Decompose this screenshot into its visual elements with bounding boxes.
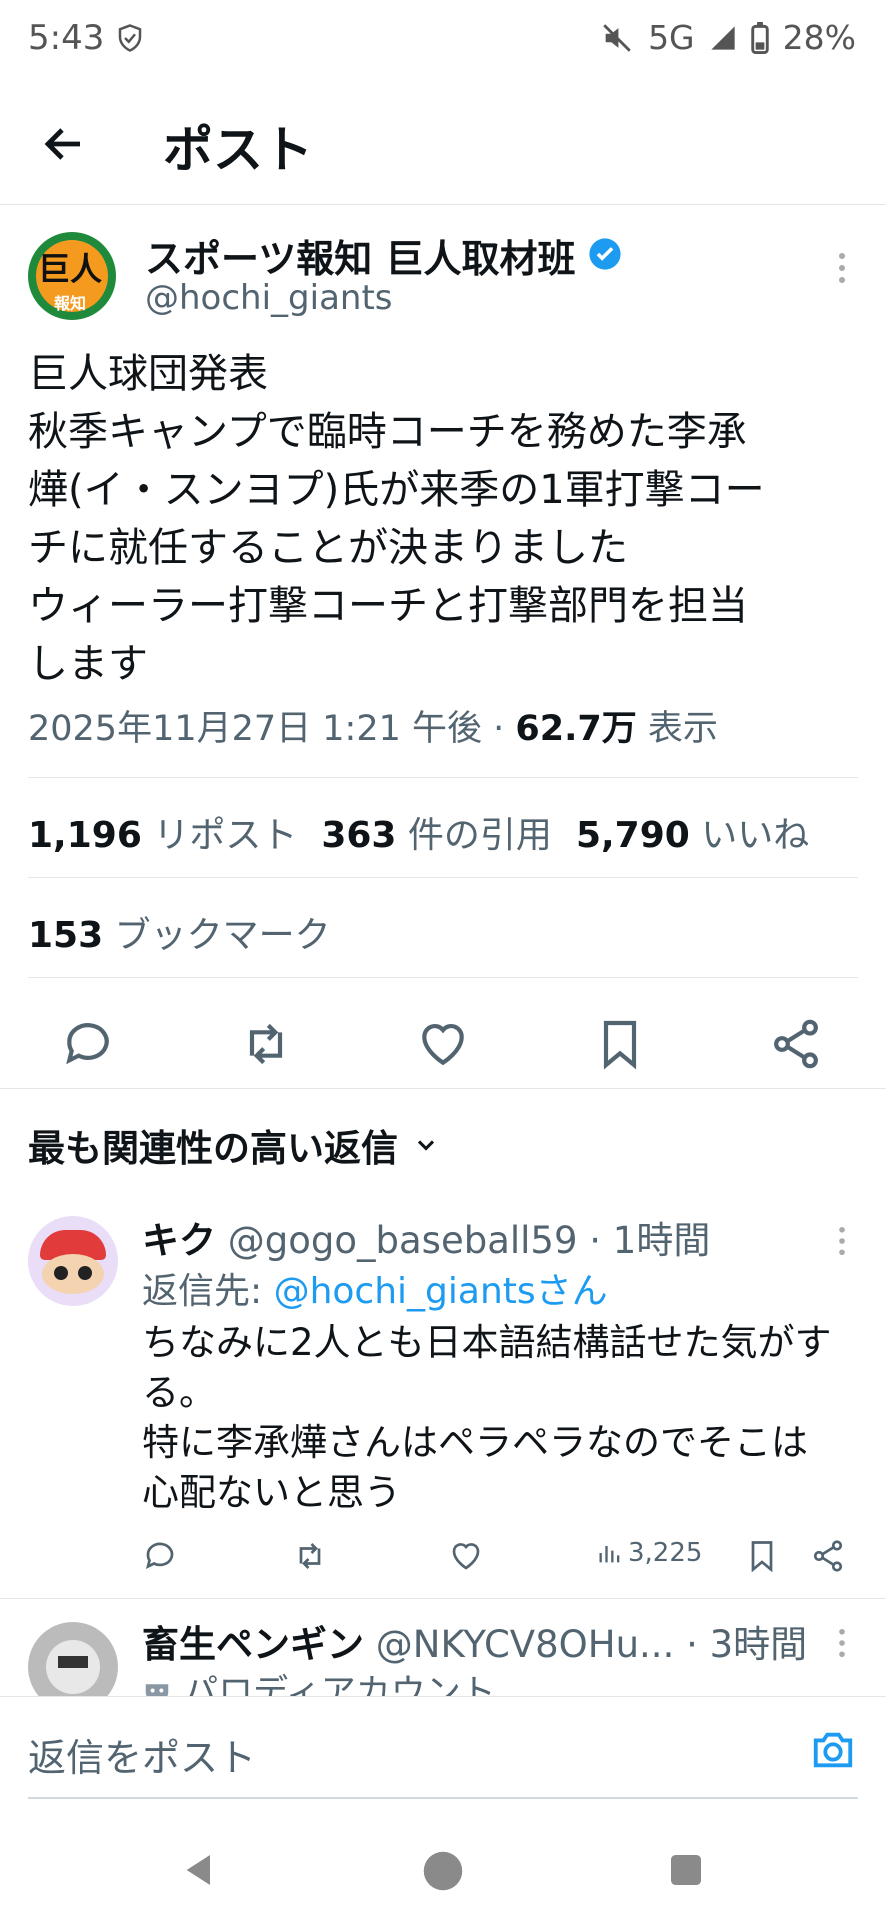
author-name[interactable]: スポーツ報知 巨人取材班 [145, 228, 575, 283]
sort-label: 最も関連性の高い返信 [28, 1127, 398, 1170]
more-options-icon[interactable] [838, 1628, 846, 1658]
divider [28, 977, 858, 978]
post-action-bar [0, 1000, 886, 1089]
post-meta: 2025年11月27日 1:21 午後 · 62.7万 表示 [28, 700, 718, 751]
system-nav-bar [0, 1810, 886, 1920]
shield-icon [118, 24, 142, 52]
bookmarks-count: 153 [28, 915, 104, 956]
divider [0, 1598, 886, 1599]
back-arrow-icon[interactable] [40, 120, 88, 168]
status-icons: 5G 28% [600, 18, 856, 57]
mute-icon [603, 23, 631, 52]
chevron-down-icon [417, 1140, 435, 1151]
reply-author-name: 畜生ペンギン [142, 1623, 364, 1666]
status-bar: 5:43 5G 28% [0, 0, 886, 80]
reply-views-count: 3,225 [628, 1538, 703, 1568]
clock: 5:43 [28, 18, 105, 58]
author-handle[interactable]: @hochi_giants [145, 278, 393, 318]
bookmark-icon[interactable] [744, 1538, 780, 1574]
composer-underline [28, 1797, 858, 1799]
battery-level: 28% [782, 18, 856, 57]
bookmark-icon[interactable] [592, 1016, 648, 1072]
more-options-icon[interactable] [838, 252, 846, 284]
nav-home-icon[interactable] [422, 1850, 464, 1892]
share-icon[interactable] [768, 1016, 824, 1072]
network-type: 5G [648, 18, 695, 57]
avatar-logo-subtext: 報知 [54, 294, 87, 313]
reply-icon[interactable] [142, 1538, 178, 1574]
avatar-logo-text: 巨人 [38, 250, 103, 288]
repost-icon[interactable] [292, 1538, 328, 1574]
post-text: 巨人球団発表 秋季キャンプで臨時コーチを務めた李承 燁(イ・スンヨプ)氏が来季の… [28, 351, 765, 687]
reply-sort-dropdown[interactable]: 最も関連性の高い返信 [28, 1118, 440, 1172]
post-timestamp: 2025年11月27日 1:21 午後 · [28, 709, 516, 749]
reply-handle-time: @NKYCV8OHu... · 3時間 [364, 1623, 808, 1666]
like-icon[interactable] [415, 1016, 471, 1072]
reply-handle-time: @gogo_baseball59 · 1時間 [216, 1219, 711, 1262]
divider [28, 877, 858, 878]
reply-avatar[interactable] [28, 1216, 118, 1306]
battery-icon [750, 21, 769, 54]
reply-action-bar: 3,225 [142, 1538, 872, 1578]
analytics-icon [599, 1546, 620, 1563]
repost-icon[interactable] [238, 1016, 294, 1072]
top-bar: ポスト [0, 80, 886, 205]
reply-author-name: キク [142, 1219, 216, 1262]
divider [28, 777, 858, 778]
quotes-stat[interactable]: 363 件の引用 [321, 806, 552, 858]
reposts-stat[interactable]: 1,196 リポスト [28, 806, 297, 858]
likes-count: 5,790 [575, 815, 690, 856]
share-icon[interactable] [810, 1538, 846, 1574]
author-avatar[interactable]: 巨人 報知 [28, 232, 116, 320]
verified-badge-icon [589, 238, 621, 270]
reposts-label: リポスト [141, 815, 298, 856]
bookmarks-stat[interactable]: 153 ブックマーク [28, 906, 331, 958]
reply-author[interactable]: キク @gogo_baseball59 · 1時間 [142, 1210, 710, 1264]
reply-text: ちなみに2人とも日本語結構話せた気がす る。 特に李承燁さんはペラペラなのでそこ… [142, 1321, 832, 1514]
page-title: ポスト [163, 121, 313, 179]
camera-icon[interactable] [810, 1727, 856, 1773]
reply-to-line: 返信先: @hochi_giantsさん [142, 1262, 608, 1314]
views-stat[interactable]: 3,225 [596, 1538, 702, 1568]
views-label: 表示 [636, 709, 718, 749]
more-options-icon[interactable] [838, 1226, 846, 1256]
like-icon[interactable] [448, 1538, 484, 1574]
nav-recents-icon[interactable] [668, 1852, 704, 1888]
likes-stat[interactable]: 5,790 いいね [576, 806, 809, 858]
nav-back-icon[interactable] [180, 1850, 220, 1890]
reply-icon[interactable] [60, 1016, 116, 1072]
reply-to-label: 返信先: [142, 1271, 274, 1312]
quotes-label: 件の引用 [396, 815, 552, 856]
likes-label: いいね [689, 815, 810, 856]
bookmarks-label: ブックマーク [103, 915, 331, 956]
reply-to-handle-link[interactable]: @hochi_giantsさん [274, 1271, 608, 1312]
status-time: 5:43 [28, 18, 145, 58]
quotes-count: 363 [321, 815, 397, 856]
reply-input[interactable]: 返信をポスト [28, 1727, 256, 1782]
views-count: 62.7万 [515, 709, 637, 749]
reply-author[interactable]: 畜生ペンギン @NKYCV8OHu... · 3時間 [142, 1614, 807, 1668]
signal-icon [710, 25, 735, 50]
reply-composer: 返信をポスト [0, 1696, 886, 1807]
post-stats: 1,196 リポスト 363 件の引用 5,790 いいね [28, 806, 809, 858]
reposts-count: 1,196 [28, 815, 142, 856]
